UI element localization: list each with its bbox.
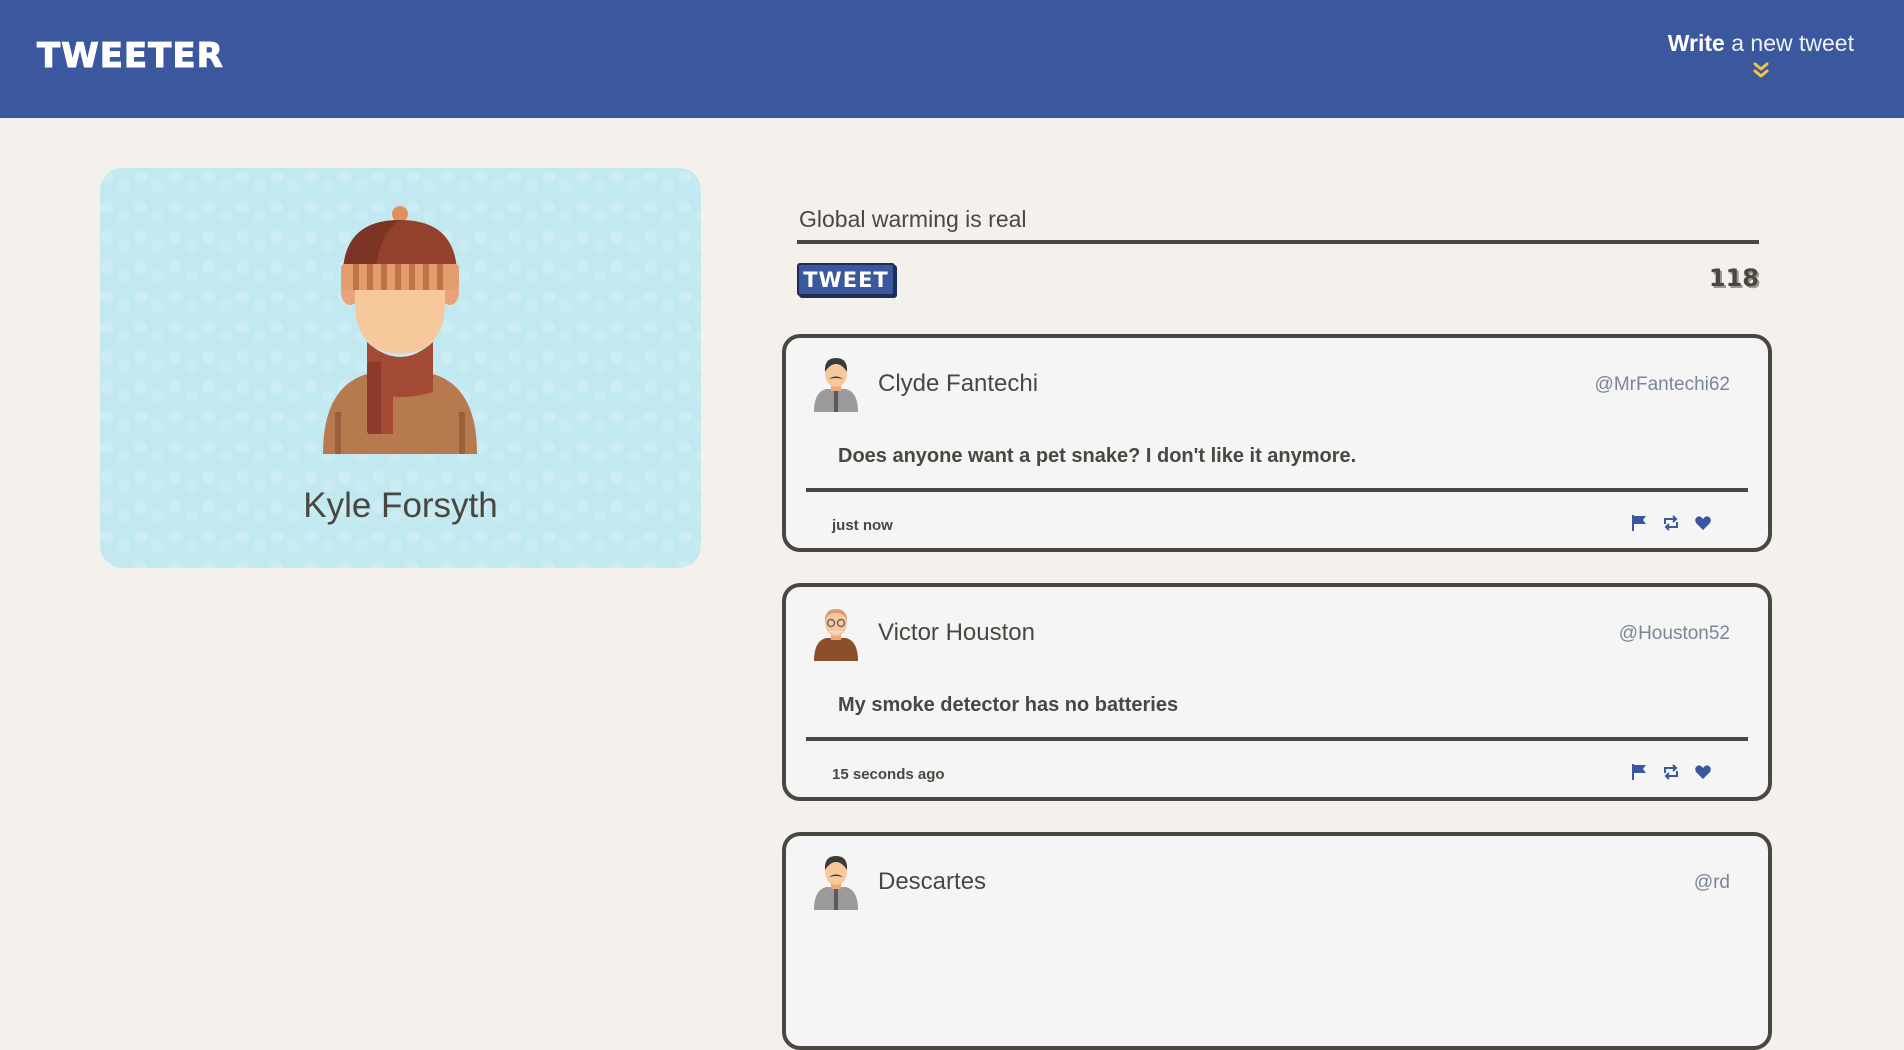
navbar: TWEETER Write a new tweet: [0, 0, 1904, 118]
profile-card: Kyle Forsyth: [100, 168, 701, 568]
tweet-divider: [806, 737, 1748, 741]
tweet-author-name: Victor Houston: [878, 619, 1035, 646]
retweet-icon[interactable]: [1662, 514, 1680, 532]
tweet-card: Clyde Fantechi @MrFantechi62 Does anyone…: [782, 334, 1772, 552]
tweet-author-handle: @MrFantechi62: [1594, 374, 1730, 395]
logo[interactable]: TWEETER: [37, 36, 224, 77]
tweet-timestamp: 15 seconds ago: [832, 766, 945, 783]
tweet-input[interactable]: [797, 200, 1759, 238]
tweet-author-handle: @rd: [1693, 872, 1730, 893]
mustache-man-avatar: [814, 358, 858, 412]
tweet-button[interactable]: TWEET: [797, 263, 895, 296]
compose-toggle[interactable]: Write a new tweet: [1668, 30, 1854, 81]
tweet-actions: [1630, 763, 1712, 781]
tweet-timestamp: just now: [832, 517, 893, 534]
tweet-content: Does anyone want a pet snake? I don't li…: [838, 445, 1357, 467]
tweet-card: Victor Houston @Houston52 My smoke detec…: [782, 583, 1772, 801]
tweet-card: Descartes @rd: [782, 832, 1772, 1050]
compose-toggle-bold: Write: [1667, 30, 1725, 56]
heart-icon[interactable]: [1694, 514, 1712, 532]
tweet-author-name: Descartes: [878, 868, 987, 895]
chevron-double-down-icon[interactable]: [1751, 61, 1771, 81]
character-counter: 118: [1708, 264, 1759, 292]
composer-footer: TWEET 118: [797, 244, 1759, 304]
tweet-content: My smoke detector has no batteries: [838, 694, 1179, 716]
profile-name: Kyle Forsyth: [303, 486, 498, 525]
tweet-author-name: Clyde Fantechi: [878, 370, 1039, 397]
tweet-author-handle: @Houston52: [1618, 623, 1730, 644]
flag-icon[interactable]: [1630, 763, 1648, 781]
tweet-composer: TWEET 118: [797, 200, 1759, 304]
compose-toggle-rest: a new tweet: [1724, 30, 1854, 56]
heart-icon[interactable]: [1694, 763, 1712, 781]
compose-toggle-text[interactable]: Write a new tweet: [1668, 30, 1854, 57]
mustache-man-avatar: [814, 856, 858, 910]
beanie-scarf-avatar: [323, 206, 477, 454]
tweet-actions: [1630, 514, 1712, 532]
retweet-icon[interactable]: [1662, 763, 1680, 781]
tweet-divider: [806, 488, 1748, 492]
flag-icon[interactable]: [1630, 514, 1648, 532]
bald-glasses-man-avatar: [814, 609, 858, 661]
